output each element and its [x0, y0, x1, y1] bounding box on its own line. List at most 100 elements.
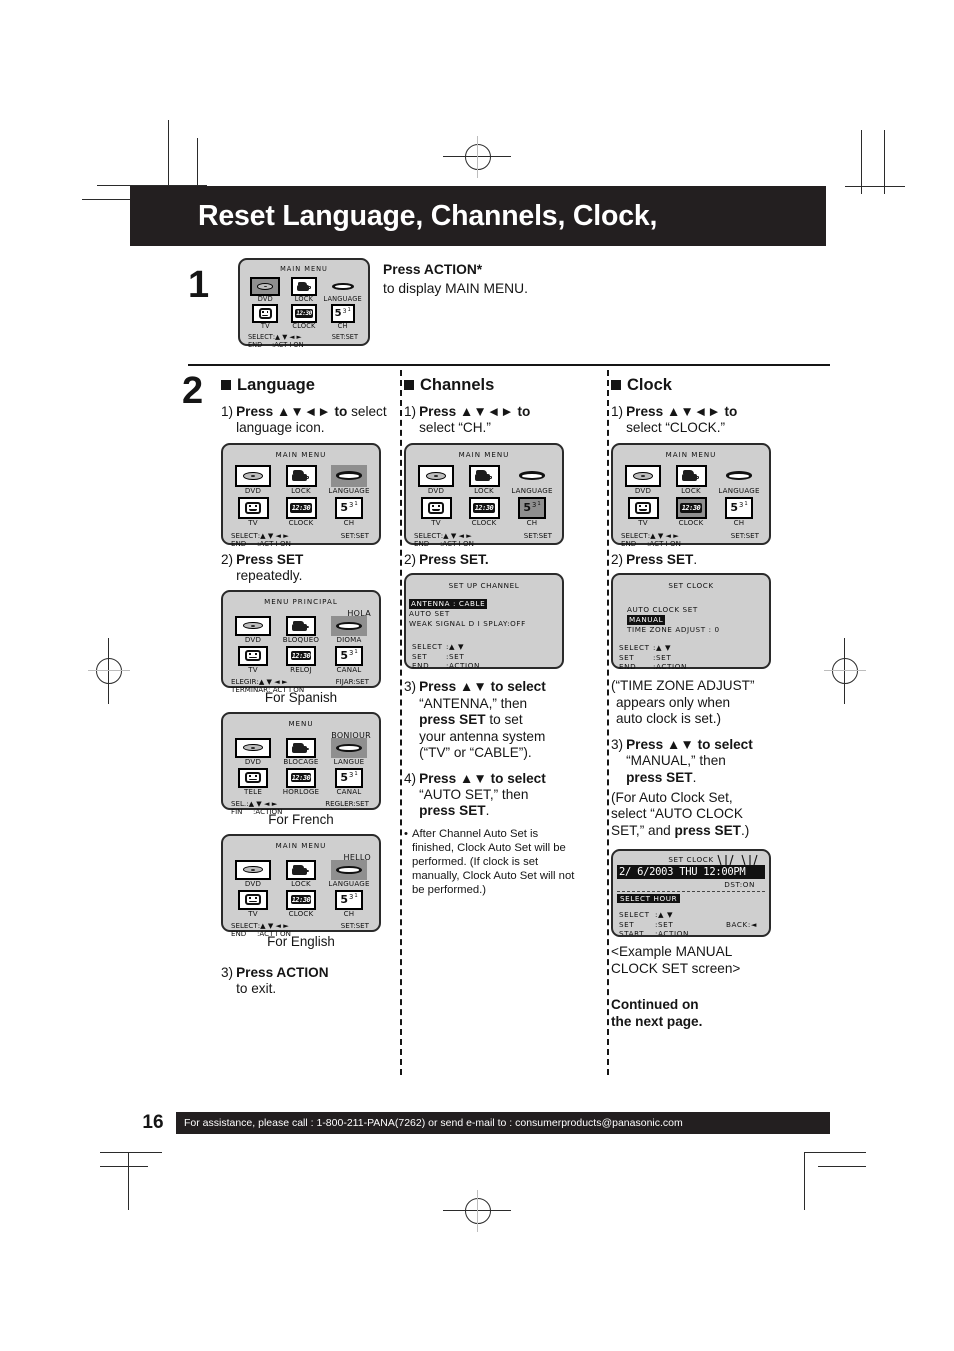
menu-item-lock: LOCK	[675, 464, 707, 495]
language-main-menu-screen: MAIN MENU DVD LOCK LANGUAGE TV 12:30 CLO…	[221, 442, 381, 548]
clock-note1-l3: auto clock is set.)	[616, 711, 722, 727]
dvd-icon	[235, 464, 271, 487]
channels-step4-l3-rest: .	[485, 803, 490, 819]
ch-digit-sup1: 3	[348, 501, 354, 510]
menu-item-ch: 5 3 1 CH	[330, 304, 355, 330]
clock-example-l1: <Example MANUAL	[611, 944, 733, 960]
registration-mark-bottom	[465, 1198, 491, 1224]
menu-item-clock: 12:30 CLOCK	[290, 304, 317, 330]
crop-mark-br-h1	[804, 1152, 866, 1153]
menu-label-tv: TELE	[243, 786, 263, 796]
menu-label-tv: TV	[248, 517, 258, 527]
language-step-3: 3) Press ACTION to exit.	[221, 965, 392, 998]
osd-title: SET CLOCK	[668, 581, 714, 591]
lock-icon	[286, 859, 316, 880]
menu-label-tv: TV	[260, 322, 270, 330]
channels-note-text: After Channel Auto Set is finished, Cloc…	[411, 827, 575, 897]
channels-step3-l5: (“TV” or “CABLE”).	[419, 745, 532, 761]
channels-step3-l2: “ANTENNA,” then	[419, 695, 528, 711]
clock-step3-marker: 3)	[611, 736, 624, 752]
menu-label-language: LANGUAGE	[328, 485, 370, 495]
dvd-icon	[235, 859, 271, 880]
clock-icon: 12:30	[285, 496, 317, 519]
step1-instruction: Press ACTION* to display MAIN MENU.	[383, 262, 763, 297]
menu-item-lock: BLOCAGE	[283, 737, 318, 766]
clock-column: Clock 1) Press ▲▼◄► to select “CLOCK.” MA…	[599, 376, 803, 1030]
menu-item-clock: 12:30 CLOCK	[468, 496, 500, 527]
menu-label-ch: CH	[337, 322, 348, 330]
osd-foot-end-val: :ACTION	[446, 661, 480, 671]
osd-foot-end: END	[619, 662, 637, 672]
language-icon	[328, 277, 358, 296]
menu-label-lock: LOCK	[291, 878, 311, 888]
menu-label-clock: CLOCK	[471, 517, 497, 527]
osd-foot-end: END	[412, 661, 430, 671]
osd-foot-select-arrows: :▲ ▼	[446, 642, 465, 652]
menu-item-tv: TV	[627, 496, 659, 527]
dvd-icon	[250, 277, 281, 296]
channels-step-3: 3) Press ▲▼ to select “ANTENNA,” then pr…	[404, 679, 599, 761]
channels-heading: Channels	[404, 376, 599, 395]
menu-label-tv: TV	[248, 908, 258, 918]
clock-note1-l1: (“TIME ZONE ADJUST”	[611, 678, 755, 694]
tv-icon	[420, 496, 452, 519]
title-bar-right-edge	[826, 186, 830, 246]
menu-item-language: LANGUAGE	[323, 277, 362, 303]
menu-item-dvd: DVD	[235, 615, 271, 644]
menu-label-ch: CH	[343, 517, 355, 527]
menu-label-tv: TV	[431, 517, 441, 527]
crop-mark-br-h2	[818, 1166, 866, 1167]
osd-footer: SELECT:▲ ▼ ◄ ► SET:SET END:ACT I ON	[223, 531, 379, 548]
menu-item-ch: 5 3 1 CH	[725, 496, 753, 527]
menu-item-language: DIOMA	[331, 615, 367, 644]
bullet-square-icon	[404, 380, 414, 390]
page-content: Reset Language, Channels, Clock, 1 MAIN …	[130, 186, 830, 1075]
language-step3-marker: 3)	[221, 964, 234, 980]
ch-digit-main: 5	[340, 771, 348, 785]
osd-footer: SEL.:▲ ▼ ◄ ► REGLER:SET FIN:ACTION	[223, 799, 379, 816]
ch-digit-sup1: 3	[738, 501, 744, 510]
menu-item-lock: BLOQUEO	[283, 615, 319, 644]
menu-label-dvd: DVD	[244, 634, 262, 644]
menu-item-lock: LOCK	[290, 277, 317, 303]
clock-main-menu-screen: MAIN MENU DVD LOCK LANGUAGE TV 12:30 CLO…	[611, 442, 771, 549]
language-icon	[721, 465, 757, 487]
menu-label-clock: CLOCK	[288, 908, 314, 918]
clock-example-l2: CLOCK SET screen>	[611, 960, 741, 976]
menu-label-dvd: DVD	[244, 485, 262, 495]
menu-label-tv: TV	[248, 664, 258, 674]
language-heading: Language	[221, 376, 392, 395]
ch-icon: 5 3 1	[335, 767, 363, 788]
lock-icon	[286, 737, 316, 758]
clock-icon: 12:30	[675, 496, 707, 519]
tv-icon	[238, 645, 268, 666]
step-1-number: 1	[188, 264, 210, 306]
clock-step1-marker: 1)	[611, 404, 624, 419]
osd-foot-end: TERMINAR	[231, 684, 269, 694]
menu-item-language: LANGUE	[331, 737, 367, 766]
menu-item-language: LANGUAGE	[718, 465, 759, 495]
clock-step3-bold: Press ▲▼ to select	[626, 736, 753, 752]
registration-mark-left	[96, 658, 122, 684]
ch-digit-sup2: 1	[354, 893, 358, 900]
osd-foot-set: SET:SET	[331, 333, 358, 341]
osd-foot-set-val: :SET	[653, 652, 672, 662]
ch-digit-sup2: 1	[354, 501, 358, 508]
step-2-block: 2 Language 1) Press ▲▼◄► to select langu…	[182, 366, 830, 1075]
registration-mark-right	[832, 658, 858, 684]
osd-footer: SELECT:▲ ▼ ◄ ► SET:SET END:ACT I ON	[240, 333, 368, 349]
menu-label-clock: CLOCK	[288, 517, 314, 527]
crop-mark-br-v1	[804, 1152, 805, 1210]
osd-foot-action: :ACTION	[253, 806, 283, 816]
menu-label-dvd: DVD	[257, 295, 273, 303]
continued-l2: the next page.	[611, 1013, 703, 1029]
dvd-icon	[235, 737, 271, 758]
crop-mark-bl-h2	[100, 1166, 148, 1167]
page-title: Reset Language, Channels, Clock,	[198, 199, 658, 232]
menu-item-tv: TV	[238, 889, 268, 918]
menu-item-tv: TELE	[238, 767, 268, 796]
menu-item-clock: 12:30 HORLOGE	[283, 767, 320, 796]
osd-foot-end: END	[621, 539, 637, 549]
osd-footer: SELECT:▲ ▼ ◄ ► SET:SET END:ACT I ON	[406, 531, 562, 548]
ch-digit-sup2: 1	[537, 501, 541, 508]
